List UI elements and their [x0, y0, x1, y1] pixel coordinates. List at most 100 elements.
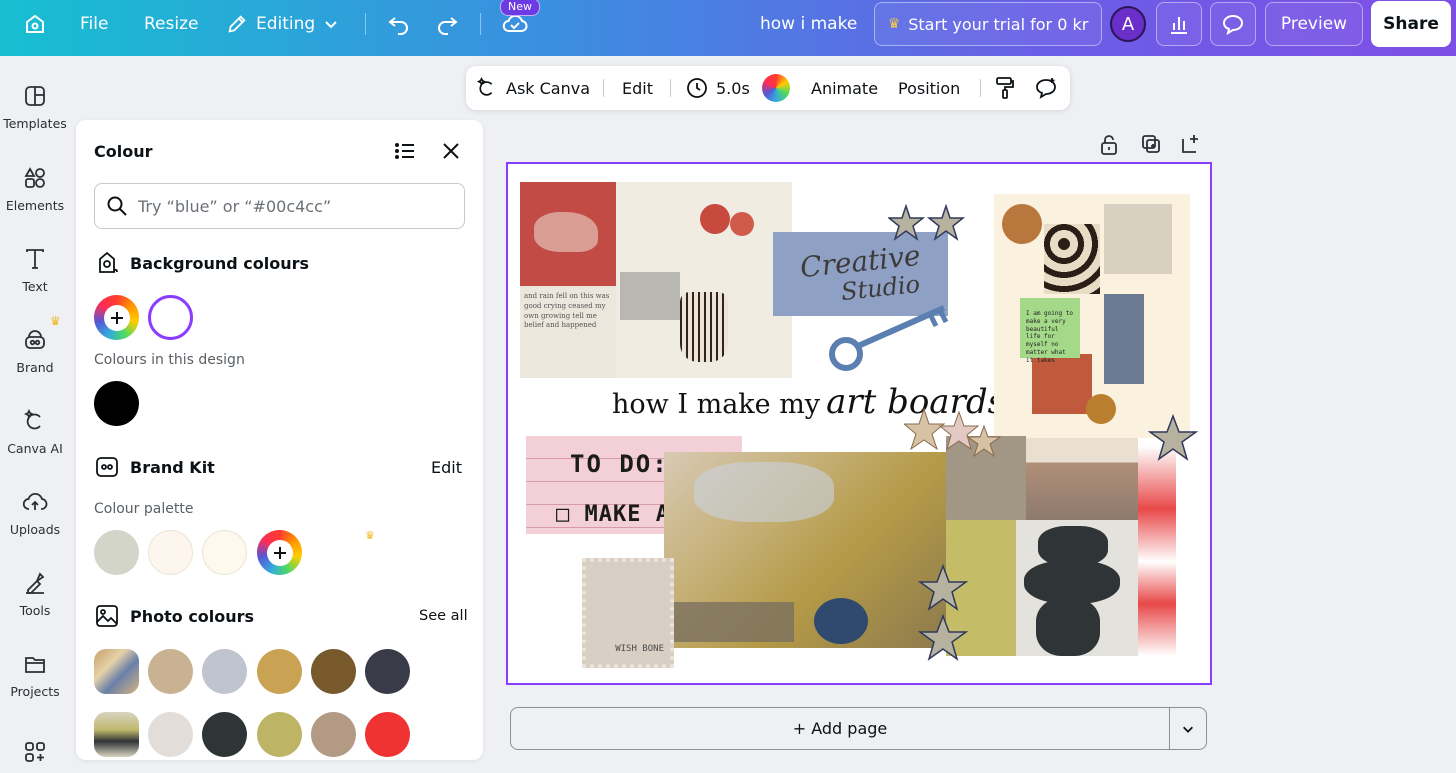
divider [480, 13, 481, 35]
design-title[interactable]: how i make [760, 0, 857, 48]
brand-icon [25, 330, 45, 349]
photo-colour-swatch[interactable] [202, 712, 247, 757]
rail-item-uploads[interactable]: Uploads [0, 474, 70, 544]
palette-swatch[interactable] [202, 530, 247, 575]
avatar[interactable]: A [1110, 6, 1146, 42]
photo-colour-swatch[interactable] [148, 712, 193, 757]
rail-item-tools[interactable]: Tools [0, 555, 70, 625]
copy-style-button[interactable] [994, 66, 1016, 110]
edit-button[interactable]: Edit [622, 66, 653, 110]
duplicate-icon [1142, 135, 1160, 153]
insights-button[interactable] [1156, 2, 1202, 46]
plus-icon [110, 311, 123, 324]
design-page[interactable]: and rain fell on this was good crying ce… [506, 162, 1212, 685]
divider [365, 13, 366, 35]
rail-item-canva-ai[interactable]: Canva AI [0, 393, 70, 463]
ask-canva-button[interactable]: Ask Canva [476, 66, 590, 110]
stamp-text: WISH BONE [615, 644, 664, 654]
photo-colour-swatch[interactable] [365, 712, 410, 757]
rail-item-templates[interactable]: Templates [0, 68, 70, 138]
collage-star-sticker[interactable] [918, 564, 968, 674]
rail-item-projects[interactable]: Projects [0, 636, 70, 706]
background-colour-white[interactable] [148, 295, 193, 340]
collage-key-image[interactable] [826, 298, 966, 374]
crown-icon: ♛ [365, 529, 375, 542]
lock-page-button[interactable] [1098, 133, 1122, 157]
collage-abstract-shape[interactable] [1016, 520, 1138, 656]
photo-colour-swatch[interactable] [257, 712, 302, 757]
home-icon [26, 14, 44, 33]
divider [670, 79, 671, 97]
rail-item-apps[interactable] [0, 724, 70, 773]
comment-icon [1222, 14, 1244, 36]
list-view-button[interactable] [394, 140, 418, 164]
palette-swatch[interactable] [148, 530, 193, 575]
collage-star-sticker[interactable] [1148, 414, 1198, 464]
collage-mountain-image[interactable] [1026, 438, 1138, 520]
colour-panel: Colour Background colours Colours in thi… [76, 120, 483, 760]
chevron-down-icon [1183, 726, 1193, 733]
collage-paint-photo[interactable] [664, 452, 946, 648]
colour-search-input[interactable] [138, 196, 438, 216]
photo-colour-swatch[interactable] [311, 649, 356, 694]
start-trial-button[interactable]: ♛ Start your trial for 0 kr [874, 2, 1102, 46]
design-colour-swatch[interactable] [94, 381, 139, 426]
list-icon [395, 143, 414, 159]
duplicate-page-button[interactable] [1140, 133, 1164, 157]
add-page-options-button[interactable] [1169, 707, 1207, 750]
editing-mode-dropdown[interactable]: Editing [226, 0, 339, 48]
image-icon [96, 605, 118, 627]
photo-colour-swatch[interactable] [365, 649, 410, 694]
rail-item-text[interactable]: Text [0, 231, 70, 301]
add-palette-colour-button[interactable] [257, 530, 302, 575]
add-background-colour-button[interactable] [94, 295, 139, 340]
close-icon [443, 143, 459, 159]
crown-icon: ♛ [887, 16, 901, 32]
close-panel-button[interactable] [440, 140, 464, 164]
collage-wishbone-stamp[interactable]: WISH BONE [582, 558, 674, 668]
add-page-icon [1182, 135, 1198, 153]
duration-button[interactable]: 5.0s [686, 66, 750, 110]
collage-stars-image[interactable] [888, 204, 968, 244]
photo-colour-swatch[interactable] [311, 712, 356, 757]
rail-item-elements[interactable]: Elements [0, 150, 70, 220]
share-button[interactable]: Share [1371, 1, 1451, 47]
collage-sketch-image[interactable] [616, 182, 792, 378]
paint-bucket-icon [99, 251, 118, 273]
redo-button[interactable] [432, 0, 462, 48]
colour-palette-label: Colour palette [94, 501, 194, 517]
undo-button[interactable] [384, 0, 414, 48]
preview-button[interactable]: Preview [1265, 2, 1363, 46]
colour-search-box[interactable] [94, 183, 465, 229]
projects-icon [25, 657, 45, 673]
text-icon [26, 249, 44, 269]
add-page-icon-button[interactable] [1180, 133, 1204, 157]
left-rail: Templates Elements Text Brand Canva AI U… [0, 56, 70, 773]
see-all-link[interactable]: See all [419, 608, 468, 624]
collage-handwriting-image[interactable]: and rain fell on this was good crying ce… [520, 286, 616, 378]
home-button[interactable] [14, 0, 56, 48]
element-toolbar: Ask Canva Edit 5.0s Animate Position [466, 66, 1070, 110]
photo-colour-swatch[interactable] [257, 649, 302, 694]
photo-colour-swatch[interactable] [148, 649, 193, 694]
collage-stars-cluster[interactable] [904, 404, 1004, 474]
add-page-button[interactable]: + Add page [510, 707, 1170, 750]
position-button[interactable]: Position [898, 66, 960, 110]
file-menu[interactable]: File [80, 0, 108, 48]
photo-colour-swatch[interactable] [202, 649, 247, 694]
tools-icon [26, 572, 45, 594]
comments-button[interactable] [1210, 2, 1256, 46]
brand-kit-edit-link[interactable]: Edit [431, 458, 462, 477]
collage-sticky-note[interactable]: I am going to make a very beautiful life… [1020, 298, 1080, 364]
resize-button[interactable]: Resize [144, 0, 198, 48]
add-comment-button[interactable] [1034, 66, 1058, 110]
crown-icon: ♛ [50, 314, 61, 328]
animate-button[interactable]: Animate [811, 66, 878, 110]
collage-linocut-image[interactable] [520, 182, 616, 286]
clock-icon [687, 78, 707, 98]
photo-thumbnail[interactable] [94, 649, 139, 694]
colour-button[interactable] [762, 66, 790, 110]
photo-thumbnail[interactable] [94, 712, 139, 757]
collage-red-paper[interactable] [1138, 446, 1176, 656]
palette-swatch[interactable] [94, 530, 139, 575]
